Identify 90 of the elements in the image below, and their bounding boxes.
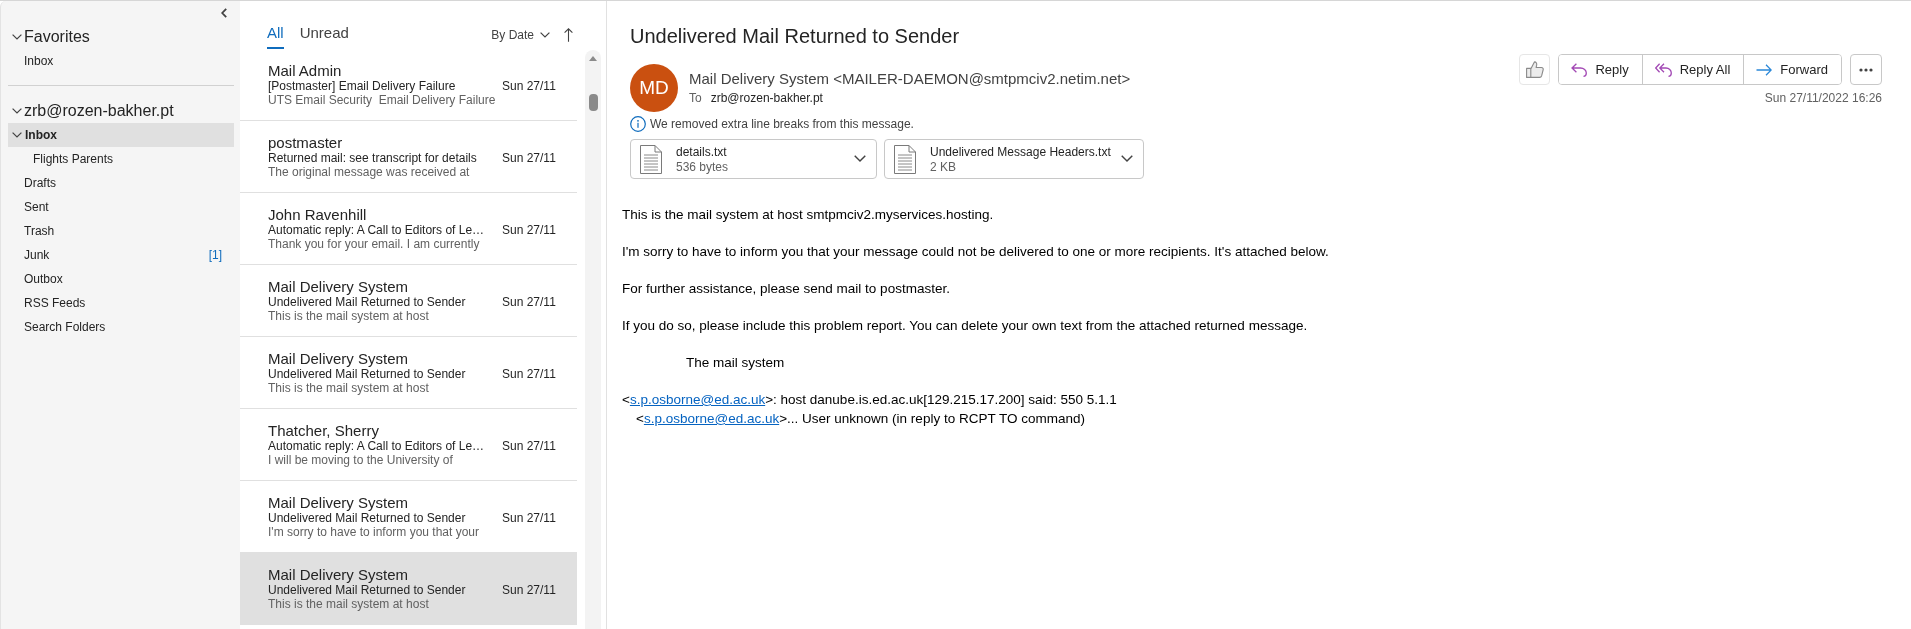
folder-item[interactable]: Flights Parents [8, 147, 234, 171]
chevron-down-icon[interactable] [12, 132, 22, 138]
body-text: <s.p.osborne@ed.ac.uk>: host danube.is.ed.ac.uk[129.215.17.200] said: 550 5.1.1 [622, 391, 1117, 409]
recipient-address: zrb@rozen-bakher.pt [710, 90, 823, 106]
section-header[interactable]: Favorites [8, 25, 234, 49]
message-subject: Automatic reply: A Call to Editors of Le… [268, 223, 485, 237]
message-subject: Undelivered Mail Returned to Sender [268, 295, 466, 309]
message-subject: Undelivered Mail Returned to Sender [268, 367, 466, 381]
folder-item[interactable]: Sent [8, 195, 234, 219]
arrow-up-icon[interactable] [564, 28, 573, 42]
attachment-name: details.txt [676, 143, 727, 160]
body-text: I'm sorry to have to inform you that your message could not be delivered to one or more recipients. It's attached below. [622, 243, 1329, 261]
avatar: MD [630, 64, 678, 112]
sender-name: Mail Delivery System [268, 567, 409, 583]
message-date: Sun 27/11 [502, 583, 556, 597]
folder-item[interactable]: Junk [1] [8, 243, 234, 267]
sender-name: Mail Delivery System [268, 351, 409, 367]
body-text: This is the mail system at host smtpmciv2.myservices.hosting. [622, 206, 994, 224]
sender-name: Mail Delivery System [268, 279, 409, 295]
folder-item[interactable]: Inbox [8, 49, 234, 73]
section-header[interactable]: zrb@rozen-bakher.pt [8, 99, 234, 123]
document-icon [640, 144, 662, 174]
message-subject: Automatic reply: A Call to Editors of Le… [268, 439, 485, 453]
attachment-size: 536 bytes [676, 159, 729, 175]
sent-date: Sun 27/11/2022 16:26 [1764, 90, 1882, 106]
message-preview: This is the mail system at host [268, 309, 429, 324]
sender-name: Mail Admin [268, 63, 342, 79]
message-date: Sun 27/11 [502, 151, 556, 165]
message-subject: Undelivered Mail Returned to Sender [268, 511, 466, 525]
folder-item[interactable]: Inbox [8, 123, 234, 147]
body-text: If you do so, please include this problem report. You can delete your own text from the attached returned message. [622, 317, 1308, 335]
thumbs-up-icon [1526, 61, 1544, 78]
message-subject: Undelivered Mail Returned to Sender [268, 583, 466, 597]
notice-text: We removed extra line breaks from this message. [650, 116, 914, 132]
message-preview: This is the mail system at host [268, 381, 429, 396]
chevron-down-icon[interactable] [854, 155, 866, 163]
to-label: To [689, 90, 702, 106]
unread-count: [1] [208, 248, 222, 262]
message-date: Sun 27/11 [502, 79, 556, 93]
sender-name: postmaster [268, 135, 343, 151]
scrollbar-thumb[interactable] [588, 94, 598, 111]
folder-item[interactable]: RSS Feeds [8, 291, 234, 315]
message-title: Undelivered Mail Returned to Sender [630, 24, 960, 49]
message-preview: I'm sorry to have to inform you that your [268, 525, 480, 540]
sort-button[interactable]: By Date [491, 27, 550, 43]
message-preview: I will be moving to the University of [268, 453, 453, 468]
info-icon [630, 116, 646, 132]
sender-name: Mail Delivery System [268, 495, 409, 511]
message-preview: The original message was received at [268, 165, 470, 180]
message-preview: Thank you for your email. I am currently [268, 237, 480, 252]
message-date: Sun 27/11 [502, 511, 556, 525]
message-item[interactable]: Mail Delivery System Undelivered Mail Returned to Sender Sun 27/11 This is the mail system at host [240, 553, 577, 625]
triangle-up-icon[interactable] [589, 56, 597, 61]
forward-button[interactable]: Forward [1743, 55, 1841, 84]
folder-item[interactable]: Search Folders [8, 315, 234, 339]
body-text: <s.p.osborne@ed.ac.uk>... User unknown (in reply to RCPT TO command) [636, 410, 1085, 428]
document-icon [894, 144, 916, 174]
chevron-left-icon[interactable] [221, 8, 227, 18]
message-date: Sun 27/11 [502, 439, 556, 453]
reply-icon [1571, 62, 1588, 77]
message-date: Sun 27/11 [502, 223, 556, 237]
folder-item[interactable]: Outbox [8, 267, 234, 291]
tab[interactable]: Unread [299, 1, 349, 49]
message-date: Sun 27/11 [502, 367, 556, 381]
chevron-down-icon[interactable] [12, 108, 22, 114]
message-preview: This is the mail system at host [268, 597, 429, 612]
folder-item[interactable]: Trash [8, 219, 234, 243]
message-subject: Returned mail: see transcript for details [268, 151, 477, 165]
sender-name: Thatcher, Sherry [268, 423, 379, 439]
message-preview: UTS Email Security Email Delivery Failure [268, 93, 496, 108]
folder-item[interactable]: Drafts [8, 171, 234, 195]
like-button[interactable] [1519, 54, 1551, 85]
reply-all-icon [1654, 62, 1672, 77]
email-link[interactable]: s.p.osborne@ed.ac.uk [643, 411, 780, 426]
more-icon [1859, 67, 1873, 72]
attachment-card[interactable]: details.txt 536 bytes [630, 139, 877, 179]
attachment-card[interactable]: Undelivered Message Headers.txt 2 KB [884, 139, 1144, 179]
chevron-down-icon[interactable] [1120, 155, 1133, 163]
sender-address: Mail Delivery System <MAILER-DAEMON@smtpmciv2.netim.net> [689, 69, 1131, 89]
message-date: Sun 27/11 [502, 295, 556, 309]
body-text: The mail system [686, 354, 785, 372]
chevron-down-icon [540, 32, 550, 38]
attachment-size: 2 KB [930, 159, 956, 175]
forward-icon [1756, 63, 1773, 76]
chevron-down-icon[interactable] [12, 34, 22, 40]
body-text: For further assistance, please send mail to postmaster. [622, 280, 950, 298]
sender-name: John Ravenhill [268, 207, 367, 223]
message-subject: [Postmaster] Email Delivery Failure [268, 79, 456, 93]
attachment-name: Undelivered Message Headers.txt [930, 143, 1111, 160]
email-link[interactable]: s.p.osborne@ed.ac.uk [629, 392, 766, 407]
